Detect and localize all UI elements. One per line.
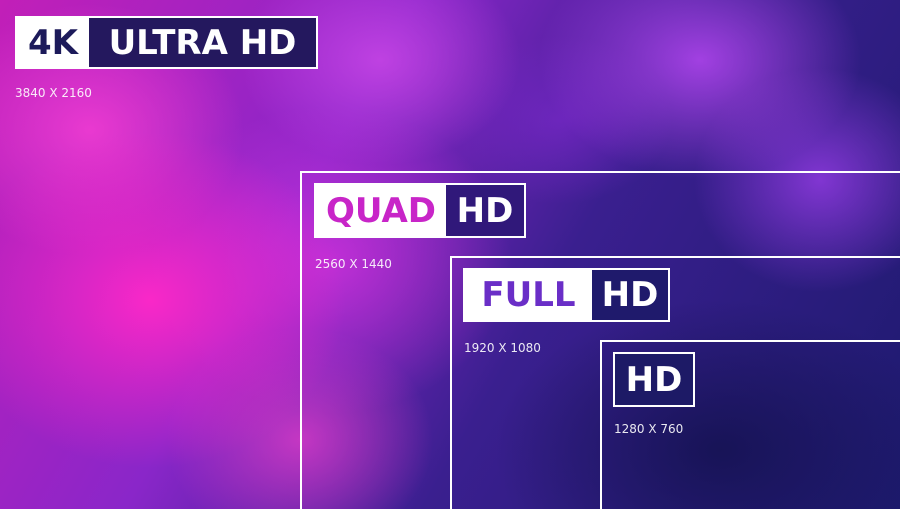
badge-full-label: FULL [465,270,592,320]
hd-badge: HD [613,352,695,407]
4k-ultra-hd-badge: 4K ULTRA HD [15,16,318,69]
quad-hd-resolution-text: 2560 X 1440 [315,257,392,271]
badge-4k-label: 4K [17,18,89,67]
badge-ultra-hd-label: ULTRA HD [89,18,316,67]
badge-full-hd-label: HD [592,270,668,320]
badge-quad-hd-label: HD [446,185,524,236]
badge-hd-label: HD [615,354,693,405]
4k-resolution-text: 3840 X 2160 [15,86,92,100]
full-hd-badge: FULL HD [463,268,670,322]
full-hd-resolution-text: 1920 X 1080 [464,341,541,355]
quad-hd-badge: QUAD HD [314,183,526,238]
hd-resolution-text: 1280 X 760 [614,422,684,436]
badge-quad-label: QUAD [316,185,446,236]
